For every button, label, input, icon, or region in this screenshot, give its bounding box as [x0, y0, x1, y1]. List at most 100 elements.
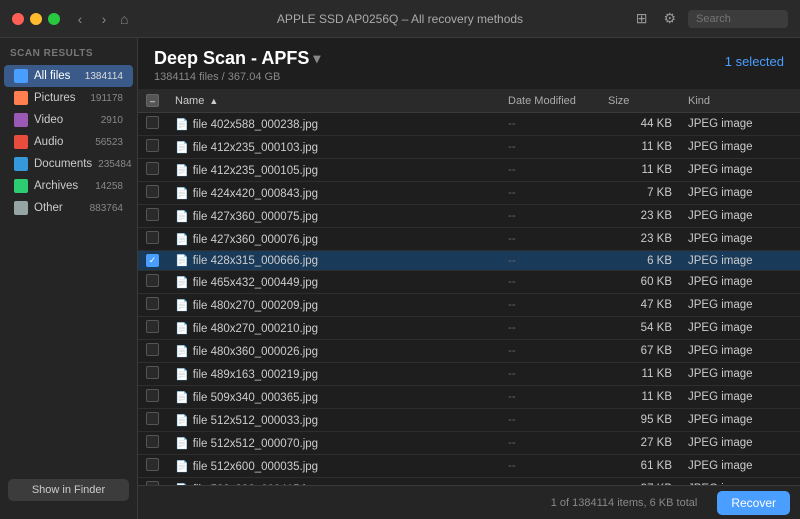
forward-button[interactable]: ›: [94, 9, 114, 29]
sidebar-item-pictures[interactable]: Pictures191178: [4, 87, 133, 109]
row-checkbox[interactable]: [146, 208, 159, 221]
row-date: --: [500, 455, 600, 478]
table-row[interactable]: 📄file 528x332_000415.jpg--37 KBJPEG imag…: [138, 478, 800, 486]
file-table-container[interactable]: – Name ▲ Date Modified Size Kind 📄file 4…: [138, 89, 800, 485]
row-checkbox-cell[interactable]: [138, 271, 167, 294]
table-row[interactable]: 📄file 402x588_000238.jpg--44 KBJPEG imag…: [138, 113, 800, 136]
row-checkbox-cell[interactable]: [138, 136, 167, 159]
table-row[interactable]: 📄file 427x360_000075.jpg--23 KBJPEG imag…: [138, 205, 800, 228]
row-checkbox[interactable]: [146, 162, 159, 175]
row-checkbox-cell[interactable]: [138, 386, 167, 409]
row-checkbox[interactable]: [146, 231, 159, 244]
row-date: --: [500, 340, 600, 363]
row-checkbox-cell[interactable]: [138, 228, 167, 251]
table-row[interactable]: 📄file 480x270_000209.jpg--47 KBJPEG imag…: [138, 294, 800, 317]
header-checkbox-cell[interactable]: –: [138, 89, 167, 113]
row-checkbox-cell[interactable]: [138, 113, 167, 136]
sidebar-item-count: 191178: [90, 93, 123, 104]
sidebar-item-count: 235484: [98, 159, 131, 170]
row-checkbox[interactable]: [146, 435, 159, 448]
row-checkbox[interactable]: [146, 274, 159, 287]
col-header-size[interactable]: Size: [600, 89, 680, 113]
file-tbody: 📄file 402x588_000238.jpg--44 KBJPEG imag…: [138, 113, 800, 486]
col-header-date[interactable]: Date Modified: [500, 89, 600, 113]
table-row[interactable]: ✓📄file 428x315_000666.jpg--6 KBJPEG imag…: [138, 251, 800, 271]
row-filename: 📄file 512x600_000035.jpg: [167, 455, 500, 478]
row-checkbox-cell[interactable]: [138, 363, 167, 386]
table-row[interactable]: 📄file 509x340_000365.jpg--11 KBJPEG imag…: [138, 386, 800, 409]
sidebar-item-archives[interactable]: Archives14258: [4, 175, 133, 197]
table-row[interactable]: 📄file 412x235_000103.jpg--11 KBJPEG imag…: [138, 136, 800, 159]
table-row[interactable]: 📄file 480x270_000210.jpg--54 KBJPEG imag…: [138, 317, 800, 340]
row-checkbox-cell[interactable]: [138, 432, 167, 455]
row-checkbox[interactable]: [146, 458, 159, 471]
table-row[interactable]: 📄file 489x163_000219.jpg--11 KBJPEG imag…: [138, 363, 800, 386]
sidebar-item-label: Audio: [34, 136, 89, 148]
file-icon: 📄: [175, 346, 189, 358]
sidebar: Scan results All files1384114Pictures191…: [0, 38, 138, 519]
row-checkbox[interactable]: [146, 139, 159, 152]
col-header-kind[interactable]: Kind: [680, 89, 800, 113]
row-checkbox-cell[interactable]: ✓: [138, 251, 167, 271]
row-checkbox-cell[interactable]: [138, 205, 167, 228]
sidebar-item-video[interactable]: Video2910: [4, 109, 133, 131]
row-size: 7 KB: [600, 182, 680, 205]
show-in-finder-button[interactable]: Show in Finder: [8, 479, 129, 501]
row-checkbox-cell[interactable]: [138, 317, 167, 340]
row-checkbox[interactable]: [146, 297, 159, 310]
sidebar-item-audio[interactable]: Audio56523: [4, 131, 133, 153]
minimize-button[interactable]: [30, 13, 42, 25]
fullscreen-button[interactable]: [48, 13, 60, 25]
row-date: --: [500, 432, 600, 455]
row-filename: 📄file 480x270_000209.jpg: [167, 294, 500, 317]
grid-view-button[interactable]: ⊞: [632, 8, 652, 29]
home-icon[interactable]: ⌂: [120, 11, 128, 27]
footer: 1 of 1384114 items, 6 KB total Recover: [138, 485, 800, 519]
row-checkbox-cell[interactable]: [138, 478, 167, 486]
settings-icon[interactable]: ⚙: [659, 8, 680, 29]
row-checkbox[interactable]: [146, 366, 159, 379]
col-header-name[interactable]: Name ▲: [167, 89, 500, 113]
row-checkbox-cell[interactable]: [138, 340, 167, 363]
table-row[interactable]: 📄file 480x360_000026.jpg--67 KBJPEG imag…: [138, 340, 800, 363]
row-checkbox-cell[interactable]: [138, 294, 167, 317]
row-checkbox[interactable]: [146, 185, 159, 198]
row-checkbox[interactable]: [146, 320, 159, 333]
row-kind: JPEG image: [680, 317, 800, 340]
close-button[interactable]: [12, 13, 24, 25]
row-checkbox[interactable]: [146, 389, 159, 402]
table-row[interactable]: 📄file 512x600_000035.jpg--61 KBJPEG imag…: [138, 455, 800, 478]
row-checkbox-cell[interactable]: [138, 455, 167, 478]
footer-status: 1 of 1384114 items, 6 KB total: [148, 497, 707, 509]
row-size: 67 KB: [600, 340, 680, 363]
row-checkbox[interactable]: [146, 343, 159, 356]
row-checkbox[interactable]: [146, 116, 159, 129]
row-date: --: [500, 228, 600, 251]
row-kind: JPEG image: [680, 251, 800, 271]
file-icon: 📄: [175, 277, 189, 289]
content-header: Deep Scan - APFS ▾ 1384114 files / 367.0…: [138, 38, 800, 89]
table-row[interactable]: 📄file 465x432_000449.jpg--60 KBJPEG imag…: [138, 271, 800, 294]
table-row[interactable]: 📄file 424x420_000843.jpg--7 KBJPEG image: [138, 182, 800, 205]
row-checkbox-cell[interactable]: [138, 159, 167, 182]
row-filename: 📄file 412x235_000103.jpg: [167, 136, 500, 159]
row-checkbox[interactable]: ✓: [146, 254, 159, 267]
recover-button[interactable]: Recover: [717, 491, 790, 515]
search-input[interactable]: [688, 10, 788, 28]
table-row[interactable]: 📄file 412x235_000105.jpg--11 KBJPEG imag…: [138, 159, 800, 182]
table-row[interactable]: 📄file 427x360_000076.jpg--23 KBJPEG imag…: [138, 228, 800, 251]
table-row[interactable]: 📄file 512x512_000070.jpg--27 KBJPEG imag…: [138, 432, 800, 455]
sidebar-item-other[interactable]: Other883764: [4, 197, 133, 219]
row-size: 95 KB: [600, 409, 680, 432]
row-checkbox-cell[interactable]: [138, 409, 167, 432]
back-button[interactable]: ‹: [70, 9, 90, 29]
titlebar-right: ⊞ ⚙: [632, 8, 788, 29]
row-size: 11 KB: [600, 159, 680, 182]
sidebar-item-all-files[interactable]: All files1384114: [4, 65, 133, 87]
row-checkbox-cell[interactable]: [138, 182, 167, 205]
header-checkbox[interactable]: –: [146, 94, 159, 107]
sidebar-item-label: Archives: [34, 180, 89, 192]
row-checkbox[interactable]: [146, 412, 159, 425]
sidebar-item-documents[interactable]: Documents235484: [4, 153, 133, 175]
table-row[interactable]: 📄file 512x512_000033.jpg--95 KBJPEG imag…: [138, 409, 800, 432]
